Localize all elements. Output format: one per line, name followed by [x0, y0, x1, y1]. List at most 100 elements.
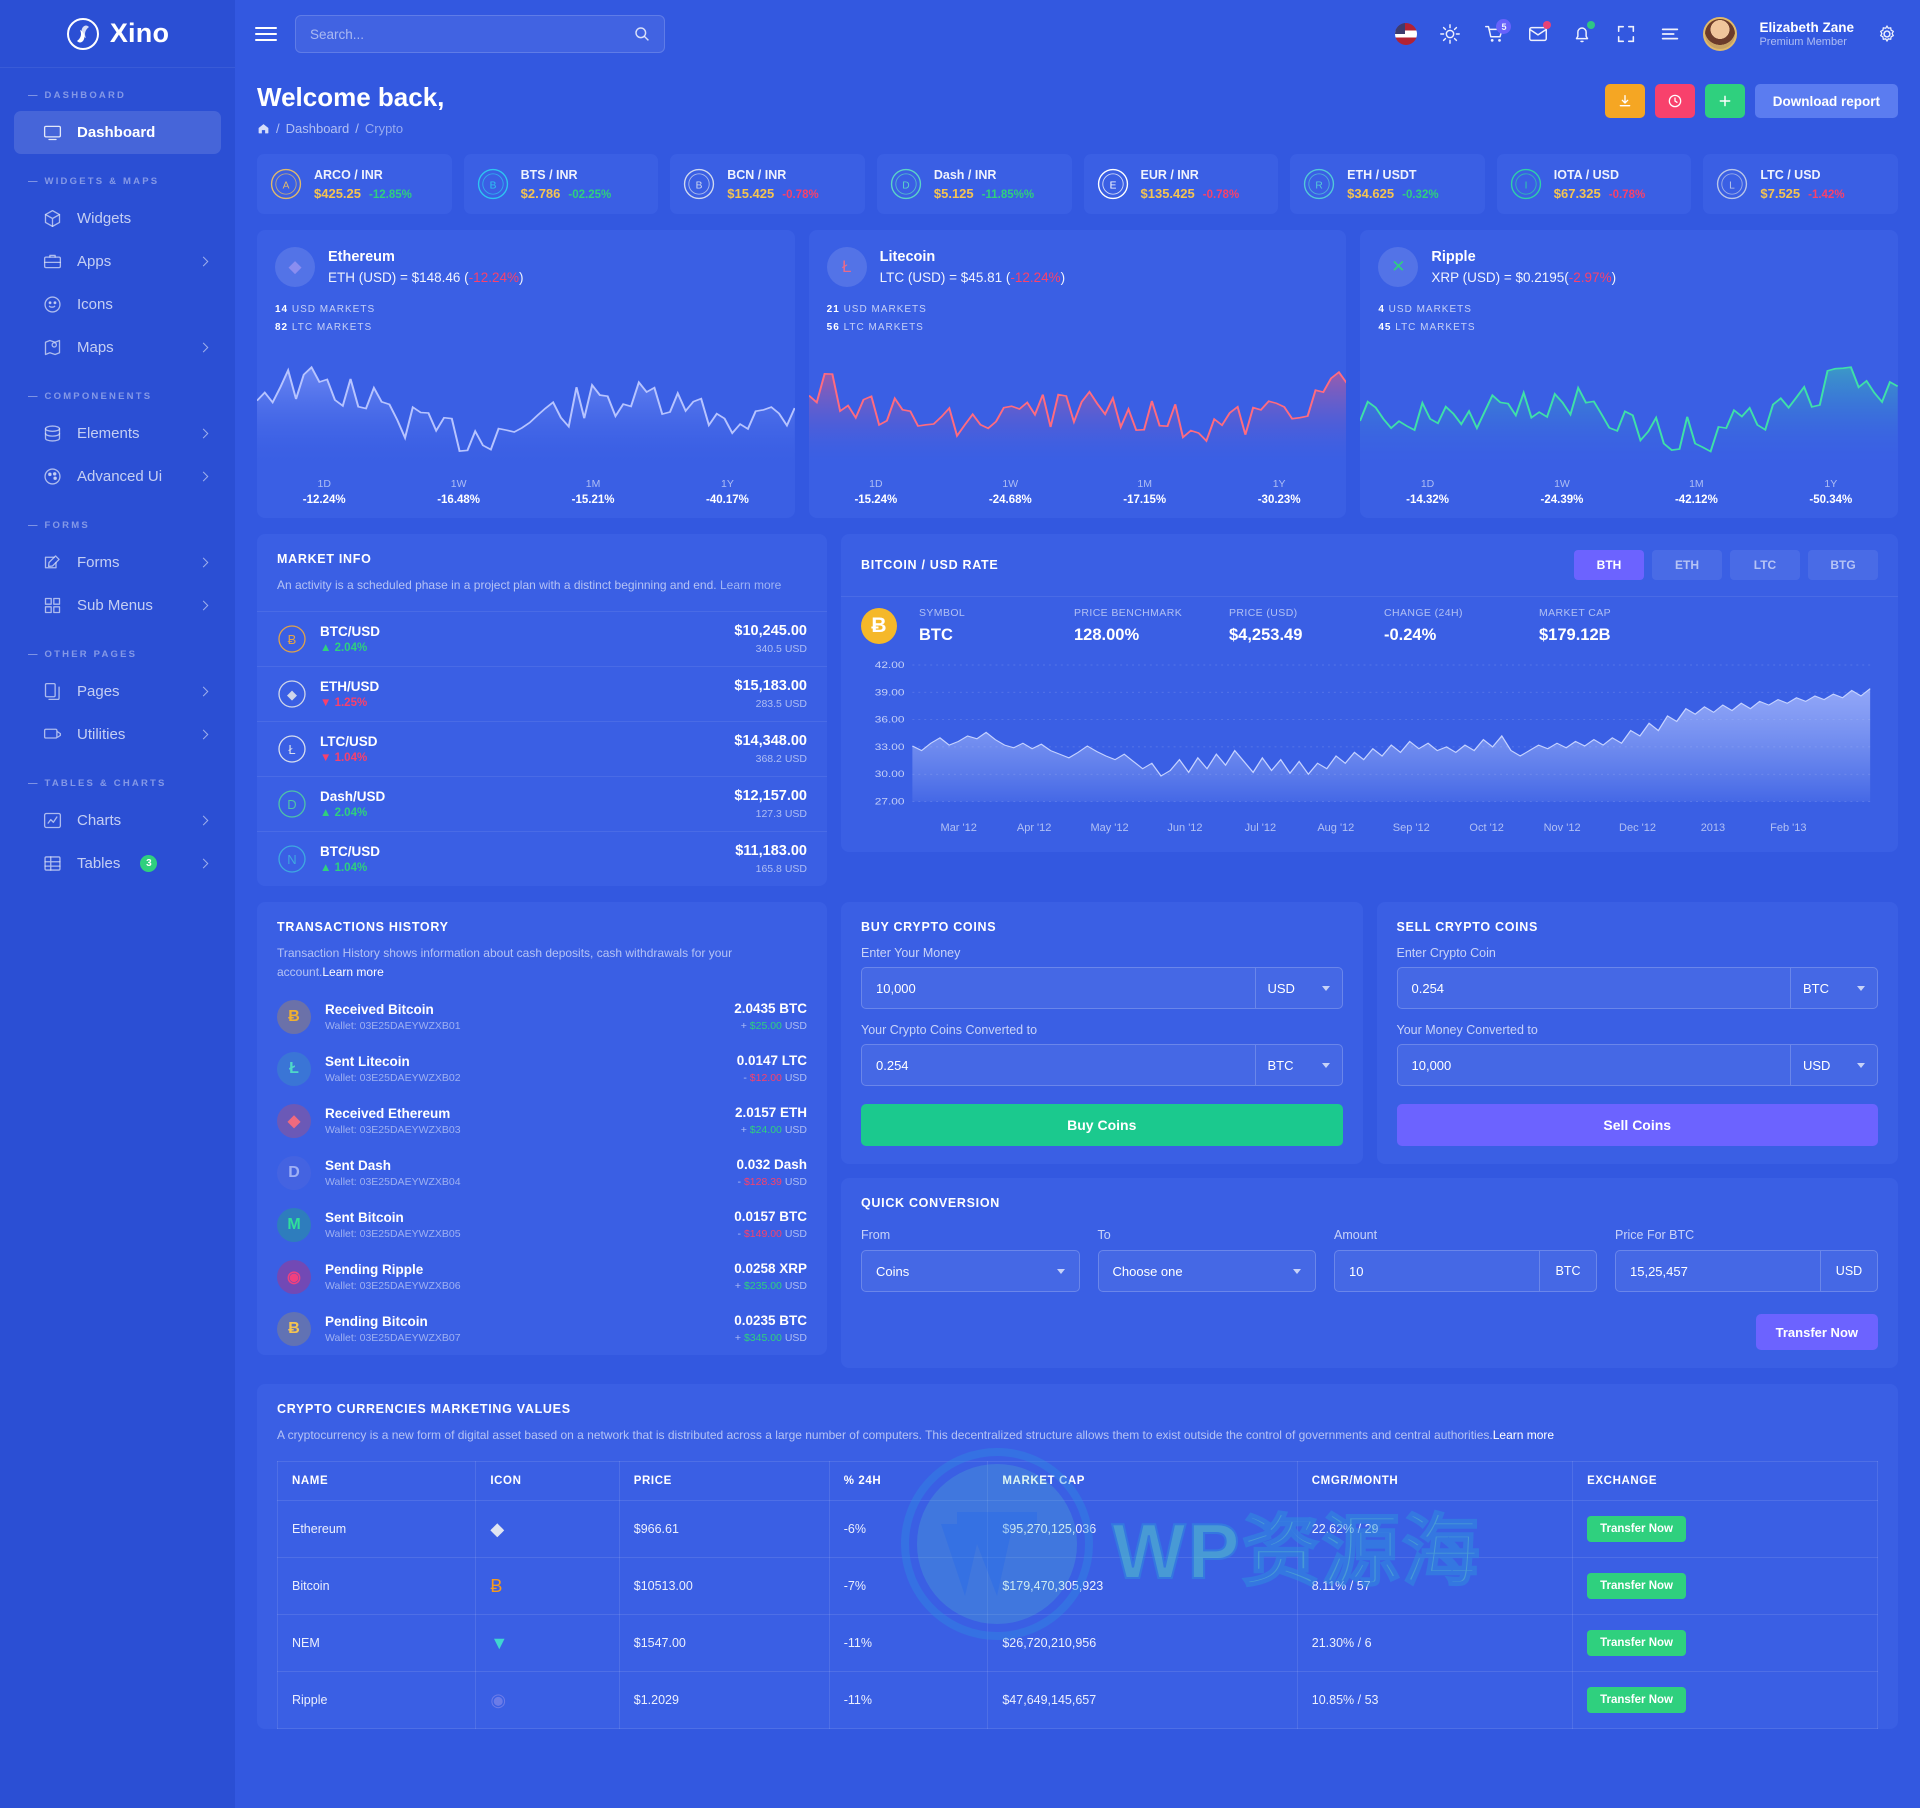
coin-period[interactable]: 1D-12.24% — [257, 478, 391, 506]
breadcrumb-dashboard[interactable]: Dashboard — [286, 121, 350, 136]
coin-period[interactable]: 1W-16.48% — [391, 478, 525, 506]
ticker-card[interactable]: BBTS / INR$2.786-02.25% — [464, 154, 659, 214]
transaction-row[interactable]: ŁSent LitecoinWallet: 03E25DAEYWZXB020.0… — [257, 1043, 827, 1095]
qc-price-input[interactable] — [1615, 1250, 1820, 1292]
transfer-now-button[interactable]: Transfer Now — [1587, 1687, 1686, 1713]
search-input[interactable] — [310, 27, 634, 42]
coin-period[interactable]: 1D-14.32% — [1360, 478, 1494, 506]
qc-from-select[interactable]: Coins — [861, 1250, 1080, 1292]
transaction-usd: + $24.00 USD — [735, 1124, 807, 1136]
rate-tab-bth[interactable]: BTH — [1574, 550, 1644, 580]
mail-dot-badge — [1543, 21, 1551, 29]
cart-icon[interactable]: 5 — [1483, 23, 1505, 45]
sun-icon[interactable] — [1439, 23, 1461, 45]
sell-coin-select[interactable]: BTC — [1790, 967, 1878, 1009]
transaction-row[interactable]: ɃPending BitcoinWallet: 03E25DAEYWZXB070… — [257, 1303, 827, 1355]
coin-period[interactable]: 1M-17.15% — [1078, 478, 1212, 506]
transactions-learn-more[interactable]: Learn more — [322, 965, 383, 979]
ticker-card[interactable]: AARCO / INR$425.25-12.85% — [257, 154, 452, 214]
transfer-now-button[interactable]: Transfer Now — [1587, 1573, 1686, 1599]
sidebar-item-forms[interactable]: Forms — [14, 541, 221, 584]
search-box[interactable] — [295, 15, 665, 53]
brand[interactable]: Xino — [0, 0, 235, 68]
ticker-card[interactable]: RETH / USDT$34.625-0.32% — [1290, 154, 1485, 214]
breadcrumb-crypto[interactable]: Crypto — [365, 121, 403, 136]
search-icon[interactable] — [634, 26, 650, 42]
ticker-card[interactable]: DDash / INR$5.125-11.85%% — [877, 154, 1072, 214]
download-report-button[interactable]: Download report — [1755, 84, 1898, 118]
buy-currency-select[interactable]: USD — [1255, 967, 1343, 1009]
transaction-row[interactable]: DSent DashWallet: 03E25DAEYWZXB040.032 D… — [257, 1147, 827, 1199]
sidebar-item-icons[interactable]: Icons — [14, 283, 221, 326]
rate-tab-ltc[interactable]: LTC — [1730, 550, 1800, 580]
coin-period[interactable]: 1W-24.68% — [943, 478, 1077, 506]
transfer-now-button[interactable]: Transfer Now — [1587, 1630, 1686, 1656]
fullscreen-icon[interactable] — [1615, 23, 1637, 45]
ticker-card[interactable]: IIOTA / USD$67.325-0.78% — [1497, 154, 1692, 214]
gear-icon[interactable] — [1876, 23, 1898, 45]
plus-icon-button[interactable] — [1705, 84, 1745, 118]
sidebar-item-charts[interactable]: Charts — [14, 799, 221, 842]
sell-converted-input[interactable] — [1397, 1044, 1791, 1086]
transaction-row[interactable]: ɃReceived BitcoinWallet: 03E25DAEYWZXB01… — [257, 991, 827, 1043]
rate-tab-eth[interactable]: ETH — [1652, 550, 1722, 580]
buy-coin-select[interactable]: BTC — [1255, 1044, 1343, 1086]
home-icon[interactable] — [257, 122, 270, 135]
buy-money-input[interactable] — [861, 967, 1255, 1009]
transaction-row[interactable]: ◉Pending RippleWallet: 03E25DAEYWZXB060.… — [257, 1251, 827, 1303]
buy-converted-input[interactable] — [861, 1044, 1255, 1086]
market-info-row[interactable]: ŁLTC/USD▼ 1.04%$14,348.00368.2 USD — [257, 721, 827, 776]
coin-period[interactable]: 1D-15.24% — [809, 478, 943, 506]
transfer-now-button[interactable]: Transfer Now — [1756, 1314, 1878, 1350]
ticker-card[interactable]: EEUR / INR$135.425-0.78% — [1084, 154, 1279, 214]
stat-block: SYMBOLBTC — [919, 607, 1074, 645]
sell-currency-select[interactable]: USD — [1790, 1044, 1878, 1086]
transaction-row[interactable]: MSent BitcoinWallet: 03E25DAEYWZXB050.01… — [257, 1199, 827, 1251]
sidebar-item-dashboard[interactable]: Dashboard — [14, 111, 221, 154]
coin-period[interactable]: 1W-24.39% — [1495, 478, 1629, 506]
cart-badge: 5 — [1496, 19, 1511, 34]
transfer-now-button[interactable]: Transfer Now — [1587, 1516, 1686, 1542]
rate-tab-btg[interactable]: BTG — [1808, 550, 1878, 580]
market-info-row[interactable]: ◆ETH/USD▼ 1.25%$15,183.00283.5 USD — [257, 666, 827, 721]
sidebar-item-advanced-ui[interactable]: Advanced Ui — [14, 455, 221, 498]
flag-us-icon[interactable] — [1395, 23, 1417, 45]
coin-period[interactable]: 1Y-30.23% — [1212, 478, 1346, 506]
sidebar-item-maps[interactable]: Maps — [14, 326, 221, 369]
ticker-card[interactable]: BBCN / INR$15.425-0.78% — [670, 154, 865, 214]
market-info-row[interactable]: DDash/USD▲ 2.04%$12,157.00127.3 USD — [257, 776, 827, 831]
sell-coins-button[interactable]: Sell Coins — [1397, 1104, 1879, 1146]
coin-period[interactable]: 1M-15.21% — [526, 478, 660, 506]
market-info-row[interactable]: NBTC/USD▲ 1.04%$11,183.00165.8 USD — [257, 831, 827, 886]
sell-coin-input[interactable] — [1397, 967, 1791, 1009]
transaction-coin-icon: ◆ — [277, 1104, 311, 1138]
transaction-amount: 0.0157 BTC — [734, 1209, 807, 1224]
list-icon[interactable] — [1659, 23, 1681, 45]
clock-icon-button[interactable] — [1655, 84, 1695, 118]
sidebar-item-apps[interactable]: Apps — [14, 240, 221, 283]
transaction-row[interactable]: ◆Received EthereumWallet: 03E25DAEYWZXB0… — [257, 1095, 827, 1147]
sidebar-item-utilities[interactable]: Utilities — [14, 713, 221, 756]
buy-coins-button[interactable]: Buy Coins — [861, 1104, 1343, 1146]
market-info-learn-more[interactable]: Learn more — [720, 578, 781, 592]
user-block[interactable]: Elizabeth Zane Premium Member — [1759, 20, 1854, 49]
qc-to-select[interactable]: Choose one — [1098, 1250, 1317, 1292]
sidebar-item-sub-menus[interactable]: Sub Menus — [14, 584, 221, 627]
coin-period[interactable]: 1Y-40.17% — [660, 478, 794, 506]
avatar[interactable] — [1703, 17, 1737, 51]
ticker-card[interactable]: LLTC / USD$7.525-1.42% — [1703, 154, 1898, 214]
sidebar-item-tables[interactable]: Tables3 — [14, 842, 221, 885]
mail-icon[interactable] — [1527, 23, 1549, 45]
qc-amount-input[interactable] — [1334, 1250, 1539, 1292]
sidebar-item-widgets[interactable]: Widgets — [14, 197, 221, 240]
coin-period[interactable]: 1M-42.12% — [1629, 478, 1763, 506]
crypto-table-learn-more[interactable]: Learn more — [1493, 1428, 1554, 1442]
market-info-row[interactable]: ɃBTC/USD▲ 2.04%$10,245.00340.5 USD — [257, 611, 827, 666]
sidebar-item-pages[interactable]: Pages — [14, 670, 221, 713]
sidebar-item-elements[interactable]: Elements — [14, 412, 221, 455]
download-icon-button[interactable] — [1605, 84, 1645, 118]
table-header-row: NAMEICONPRICE% 24HMARKET CAPCMGR/MONTHEX… — [278, 1462, 1878, 1501]
coin-period[interactable]: 1Y-50.34% — [1764, 478, 1898, 506]
bell-icon[interactable] — [1571, 23, 1593, 45]
menu-toggle-icon[interactable] — [255, 23, 277, 45]
